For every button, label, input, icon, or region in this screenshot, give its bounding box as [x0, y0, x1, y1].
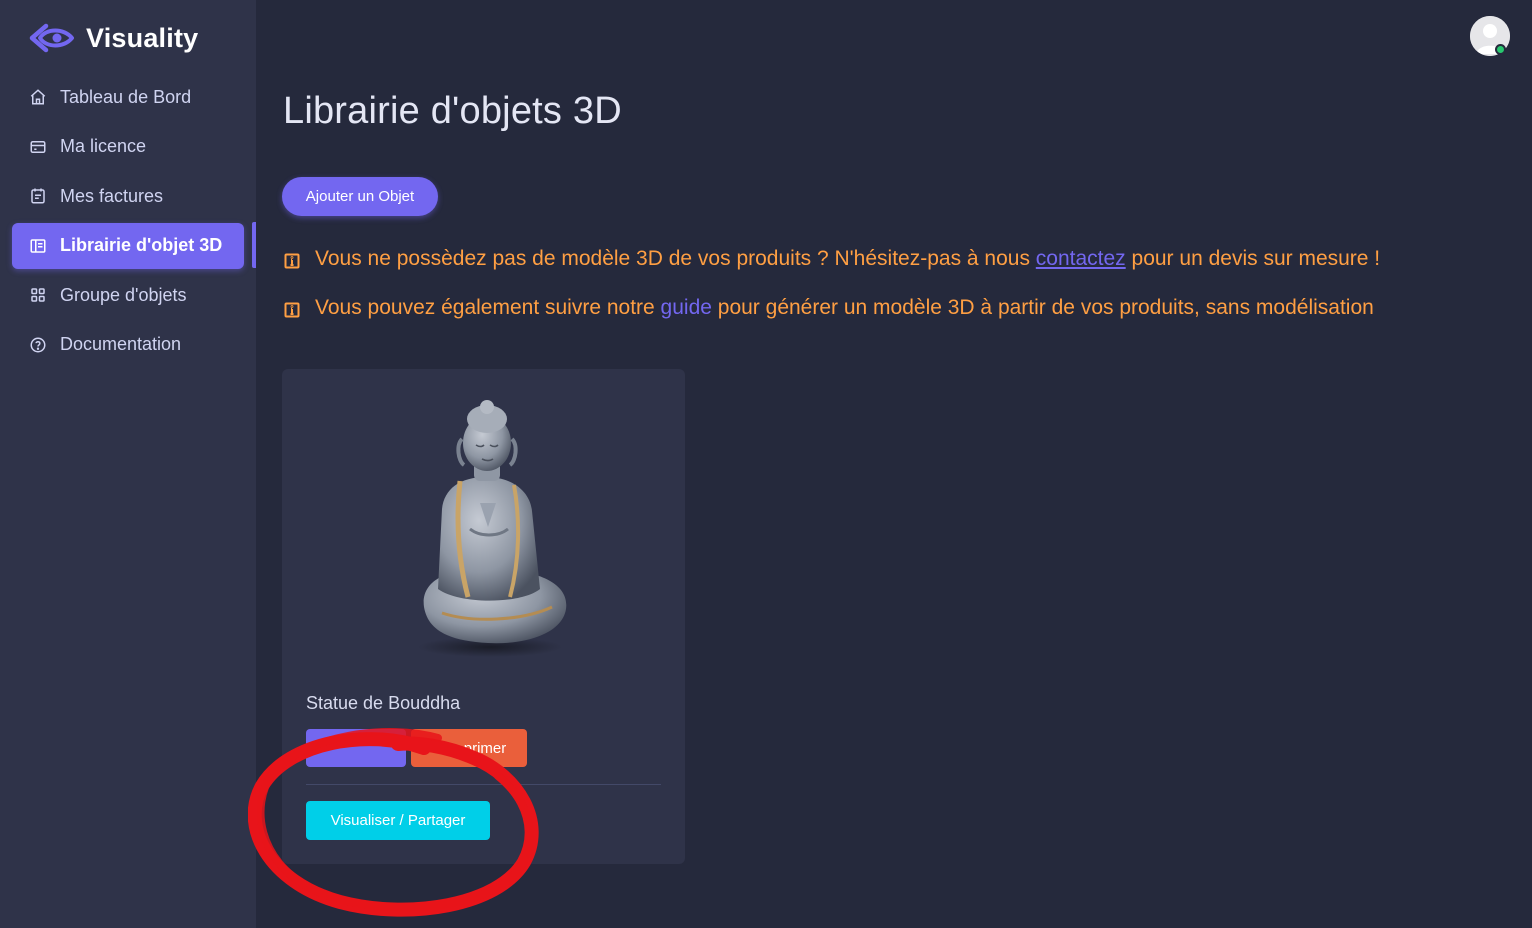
info-icon [284, 253, 300, 269]
online-status-dot [1495, 44, 1506, 55]
sidebar-item-tableau-de-bord[interactable]: Tableau de Bord [12, 74, 244, 120]
brand-name: Visuality [86, 22, 199, 53]
contact-link[interactable]: contactez [1036, 247, 1126, 271]
notice-text-after: pour générer un modèle 3D à partir de vo… [711, 296, 1374, 319]
notice-text-before: Vous pouvez également suivre notre [315, 296, 661, 319]
sidebar-item-groupe-objets[interactable]: Groupe d'objets [12, 272, 244, 318]
sidebar: Visuality Tableau de Bord Ma licence Mes… [0, 0, 256, 928]
sidebar-item-label: Groupe d'objets [60, 284, 187, 305]
sidebar-nav: Tableau de Bord Ma licence Mes factures … [12, 74, 244, 371]
info-icon [284, 302, 300, 318]
object-card: Statue de Bouddha primer Visualiser / Pa… [282, 369, 685, 864]
add-object-button[interactable]: Ajouter un Objet [282, 177, 438, 216]
notice-custom-model: Vous ne possèdez pas de modèle 3D de vos… [284, 247, 1380, 271]
brand[interactable]: Visuality [28, 18, 198, 58]
edit-object-button[interactable] [306, 729, 406, 767]
sidebar-item-documentation[interactable]: Documentation [12, 322, 244, 368]
invoice-icon [28, 186, 48, 206]
grid-icon [28, 285, 48, 305]
visualize-share-button[interactable]: Visualiser / Partager [306, 801, 490, 840]
active-nav-marker [252, 222, 256, 268]
object-title: Statue de Bouddha [306, 693, 461, 713]
help-circle-icon [28, 335, 48, 355]
delete-object-button[interactable]: primer [411, 729, 527, 767]
page-title: Librairie d'objets 3D [283, 90, 622, 132]
sidebar-item-label: Documentation [60, 334, 182, 354]
sidebar-item-label: Ma licence [60, 136, 147, 156]
sidebar-item-label: Tableau de Bord [60, 86, 192, 107]
sidebar-item-label: Mes factures [60, 185, 164, 206]
notice-text-before: Vous ne possèdez pas de modèle 3D de vos… [315, 247, 1036, 270]
sidebar-item-label: Librairie d'objet 3D [60, 235, 223, 255]
sidebar-item-librairie-objet-3d[interactable]: Librairie d'objet 3D [12, 222, 244, 269]
delete-button-label: primer [463, 739, 507, 757]
home-icon [28, 87, 48, 107]
visuality-logo-icon [29, 23, 74, 53]
app-root: Visuality Tableau de Bord Ma licence Mes… [0, 0, 1532, 928]
notice-guide: Vous pouvez également suivre notre guide… [284, 296, 1374, 320]
guide-link[interactable]: guide [661, 296, 712, 320]
sidebar-item-ma-licence[interactable]: Ma licence [12, 124, 244, 170]
card-divider [306, 784, 661, 785]
buddha-statue-thumbnail [418, 400, 567, 657]
notice-text-after: pour un devis sur mesure ! [1125, 247, 1381, 270]
credit-card-icon [28, 137, 48, 157]
library-icon [28, 236, 48, 256]
sidebar-item-mes-factures[interactable]: Mes factures [12, 173, 244, 219]
